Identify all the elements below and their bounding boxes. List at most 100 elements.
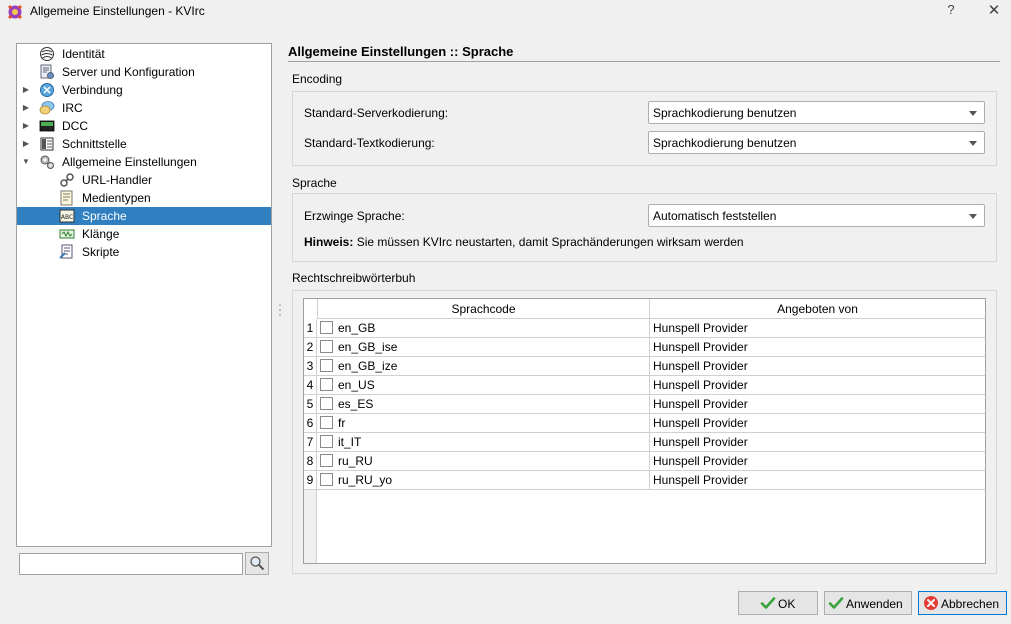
dictionary-checkbox[interactable]: [320, 378, 333, 391]
table-row[interactable]: 3 en_GB_ize Hunspell Provider: [304, 357, 985, 376]
title-bar: Allgemeine Einstellungen - KVIrc ? ✕: [0, 0, 1011, 23]
cancel-button[interactable]: Abbrechen: [918, 591, 1007, 615]
irc-icon: [39, 101, 55, 115]
table-row[interactable]: 9 ru_RU_yo Hunspell Provider: [304, 471, 985, 490]
provider-cell: Hunspell Provider: [650, 376, 985, 395]
svg-text:ABC: ABC: [61, 214, 73, 221]
title-divider: [288, 61, 1000, 62]
column-header-sprachcode[interactable]: Sprachcode: [317, 299, 650, 319]
provider-cell: Hunspell Provider: [650, 414, 985, 433]
connection-icon: [40, 83, 54, 97]
sounds-icon: [59, 229, 75, 239]
window-title: Allgemeine Einstellungen - KVIrc: [30, 4, 205, 18]
sidebar-item-medientypen[interactable]: Medientypen: [17, 189, 271, 207]
provider-cell: Hunspell Provider: [650, 319, 985, 338]
splitter-handle[interactable]: [278, 302, 282, 318]
dictionary-checkbox[interactable]: [320, 340, 333, 353]
sidebar-item-sprache[interactable]: ABC Sprache: [17, 207, 271, 225]
table-row[interactable]: 6 fr Hunspell Provider: [304, 414, 985, 433]
server-encoding-combo[interactable]: Sprachkodierung benutzen: [648, 101, 985, 124]
dcc-icon: [39, 120, 55, 132]
language-code: es_ES: [338, 397, 374, 411]
row-number: 7: [304, 433, 316, 452]
sidebar-item-url-handler[interactable]: URL-Handler: [17, 171, 271, 189]
sidebar-search-input[interactable]: [19, 553, 243, 575]
dictionary-checkbox[interactable]: [320, 473, 333, 486]
media-types-icon: [60, 190, 73, 206]
sidebar-item-klaenge[interactable]: Klänge: [17, 225, 271, 243]
chevron-down-icon: [969, 141, 977, 146]
server-encoding-label: Standard-Serverkodierung:: [304, 106, 449, 120]
dictionary-checkbox[interactable]: [320, 321, 333, 334]
close-button[interactable]: ✕: [986, 1, 1002, 19]
provider-cell: Hunspell Provider: [650, 338, 985, 357]
column-header-angeboten-von[interactable]: Angeboten von: [650, 299, 985, 319]
dictionary-checkbox[interactable]: [320, 454, 333, 467]
row-number: 8: [304, 452, 316, 471]
provider-cell: Hunspell Provider: [650, 433, 985, 452]
url-handler-icon: [60, 173, 74, 187]
dictionary-checkbox[interactable]: [320, 416, 333, 429]
sidebar-item-allgemeine-einstellungen[interactable]: ▼ Allgemeine Einstellungen: [17, 153, 271, 171]
row-number: 6: [304, 414, 316, 433]
dictionary-checkbox[interactable]: [320, 435, 333, 448]
text-encoding-combo[interactable]: Sprachkodierung benutzen: [648, 131, 985, 154]
table-row[interactable]: 8 ru_RU Hunspell Provider: [304, 452, 985, 471]
restart-hint: Hinweis: Sie müssen KVIrc neustarten, da…: [304, 235, 744, 249]
dictionary-checkbox[interactable]: [320, 397, 333, 410]
sidebar-item-identitaet[interactable]: Identität: [17, 45, 271, 63]
chevron-down-icon: [969, 214, 977, 219]
language-code: en_GB_ise: [338, 340, 398, 354]
row-number: 2: [304, 338, 316, 357]
spellcheck-group-label: Rechtschreibwörterbuh: [292, 271, 416, 285]
scripts-icon: [59, 244, 73, 259]
ok-button[interactable]: OK: [738, 591, 818, 615]
language-icon: ABC: [59, 209, 75, 223]
table-row[interactable]: 1 en_GB Hunspell Provider: [304, 319, 985, 338]
sidebar-item-schnittstelle[interactable]: ▶ Schnittstelle: [17, 135, 271, 153]
row-number: 9: [304, 471, 316, 490]
page-title: Allgemeine Einstellungen :: Sprache: [288, 44, 514, 59]
check-icon: [760, 597, 776, 609]
language-code: en_GB_ize: [338, 359, 398, 373]
language-code: ru_RU: [338, 454, 373, 468]
sidebar-item-irc[interactable]: ▶ IRC: [17, 99, 271, 117]
provider-cell: Hunspell Provider: [650, 471, 985, 490]
expand-arrow-icon[interactable]: ▶: [21, 135, 31, 153]
row-number: 5: [304, 395, 316, 414]
sidebar-item-server-konfiguration[interactable]: Server und Konfiguration: [17, 63, 271, 81]
encoding-group-label: Encoding: [292, 72, 343, 86]
language-code: it_IT: [338, 435, 362, 449]
table-row[interactable]: 2 en_GB_ise Hunspell Provider: [304, 338, 985, 357]
row-number: 1: [304, 319, 316, 338]
collapse-arrow-icon[interactable]: ▼: [21, 153, 31, 171]
chevron-down-icon: [969, 111, 977, 116]
force-language-label: Erzwinge Sprache:: [304, 209, 405, 223]
text-encoding-label: Standard-Textkodierung:: [304, 136, 435, 150]
language-code: en_GB: [338, 321, 376, 335]
sidebar-item-skripte[interactable]: Skripte: [17, 243, 271, 261]
provider-cell: Hunspell Provider: [650, 395, 985, 414]
expand-arrow-icon[interactable]: ▶: [21, 81, 31, 99]
table-row[interactable]: 5 es_ES Hunspell Provider: [304, 395, 985, 414]
settings-tree[interactable]: Identität Server und Konfiguration ▶ Ver…: [16, 43, 272, 547]
search-icon: [250, 556, 265, 571]
expand-arrow-icon[interactable]: ▶: [21, 99, 31, 117]
sidebar-item-verbindung[interactable]: ▶ Verbindung: [17, 81, 271, 99]
row-number: 4: [304, 376, 316, 395]
apply-button[interactable]: Anwenden: [824, 591, 912, 615]
sidebar-search-button[interactable]: [245, 552, 269, 575]
table-row[interactable]: 7 it_IT Hunspell Provider: [304, 433, 985, 452]
dictionary-checkbox[interactable]: [320, 359, 333, 372]
table-row[interactable]: 4 en_US Hunspell Provider: [304, 376, 985, 395]
sidebar-item-dcc[interactable]: ▶ DCC: [17, 117, 271, 135]
interface-icon: [40, 137, 54, 151]
provider-cell: Hunspell Provider: [650, 357, 985, 376]
language-code: ru_RU_yo: [338, 473, 393, 487]
server-config-icon: [40, 64, 54, 79]
force-language-combo[interactable]: Automatisch feststellen: [648, 204, 985, 227]
expand-arrow-icon[interactable]: ▶: [21, 117, 31, 135]
identity-icon: [40, 47, 54, 61]
help-button[interactable]: ?: [944, 2, 958, 20]
dictionary-table[interactable]: Sprachcode Angeboten von 1 en_GB Hunspel…: [303, 298, 986, 564]
